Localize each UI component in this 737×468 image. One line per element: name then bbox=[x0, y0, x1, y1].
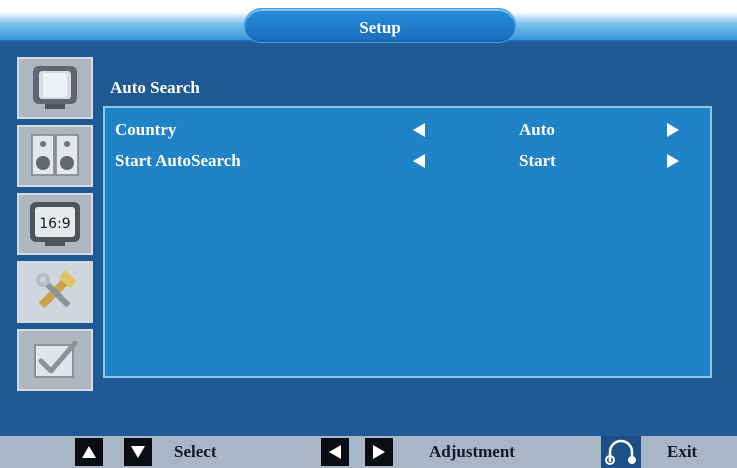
setup-screen: Setup 16:9 Auto Search Country Auto Star… bbox=[0, 0, 737, 468]
setting-row-country[interactable]: Country Auto bbox=[105, 118, 710, 144]
sidebar-item-sound[interactable] bbox=[17, 125, 93, 187]
exit-key bbox=[601, 436, 641, 468]
setting-label: Start AutoSearch bbox=[115, 151, 241, 170]
setting-value: Start bbox=[519, 151, 556, 170]
select-hint: Select bbox=[174, 442, 217, 461]
return-exit-icon bbox=[605, 439, 636, 465]
sidebar-item-confirm[interactable] bbox=[17, 329, 93, 391]
setting-row-start-autosearch[interactable]: Start AutoSearch Start bbox=[105, 149, 710, 175]
left-key-icon bbox=[321, 438, 349, 466]
right-arrow-icon[interactable] bbox=[667, 154, 679, 168]
title-pill: Setup bbox=[244, 8, 516, 43]
aspect-ratio-16-9-icon: 16:9 bbox=[30, 202, 80, 246]
sidebar-item-picture[interactable] bbox=[17, 57, 93, 119]
setting-value: Auto bbox=[519, 120, 555, 139]
svg-text:16:9: 16:9 bbox=[39, 216, 70, 232]
sidebar-menu: 16:9 bbox=[17, 57, 93, 395]
section-title: Auto Search bbox=[110, 78, 200, 97]
exit-hint: Exit bbox=[667, 442, 698, 461]
page-title: Setup bbox=[359, 18, 401, 37]
sidebar-item-setup[interactable] bbox=[17, 261, 93, 323]
tv-picture-icon bbox=[33, 66, 77, 109]
left-arrow-icon[interactable] bbox=[413, 154, 425, 168]
sidebar-item-aspect[interactable]: 16:9 bbox=[17, 193, 93, 255]
adjustment-hint: Adjustment bbox=[429, 442, 515, 461]
up-key-icon bbox=[75, 438, 103, 466]
setting-label: Country bbox=[115, 120, 177, 139]
settings-panel: Country Auto Start AutoSearch Start bbox=[103, 106, 712, 378]
left-arrow-icon[interactable] bbox=[413, 123, 425, 137]
checkbox-icon bbox=[34, 340, 78, 378]
speakers-audio-icon bbox=[31, 134, 79, 176]
tools-setup-icon bbox=[35, 270, 77, 309]
control-hint-bar: Select Adjustment Exit bbox=[0, 436, 737, 468]
down-key-icon bbox=[124, 438, 152, 466]
right-arrow-icon[interactable] bbox=[667, 123, 679, 137]
right-key-icon bbox=[365, 438, 393, 466]
